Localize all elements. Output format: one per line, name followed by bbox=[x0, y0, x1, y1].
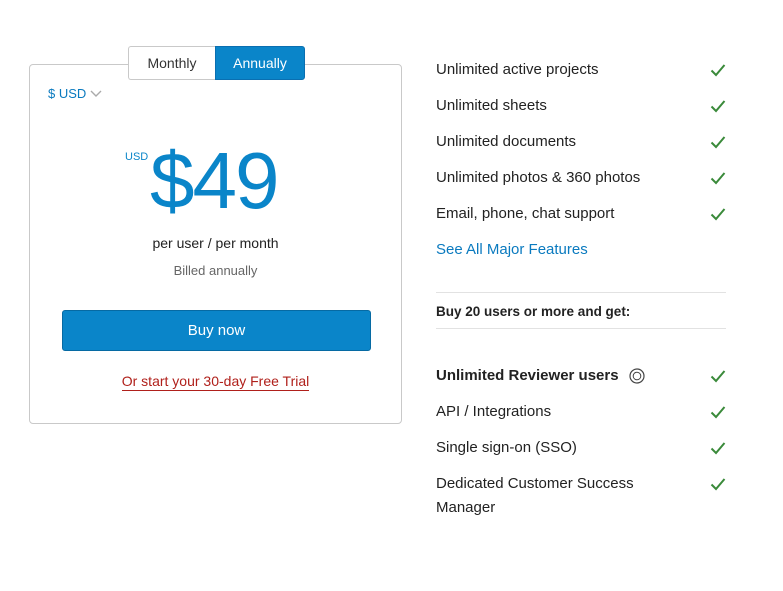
buy-now-button[interactable]: Buy now bbox=[62, 310, 371, 351]
feature-item: Unlimited active projects bbox=[436, 61, 599, 78]
reviewer-feature: Unlimited Reviewer users bbox=[436, 364, 726, 388]
check-icon bbox=[710, 136, 726, 149]
feature-item: Unlimited documents bbox=[436, 133, 577, 150]
monthly-toggle-button[interactable]: Monthly bbox=[128, 46, 215, 80]
check-icon bbox=[710, 478, 726, 491]
free-trial-link-wrapper: Or start your 30-day Free Trial bbox=[29, 373, 402, 391]
check-icon bbox=[710, 64, 726, 77]
billing-note: Billed annually bbox=[173, 263, 258, 278]
feature-item: Dedicated Customer Success Manager bbox=[436, 475, 634, 516]
price-amount: $49 bbox=[150, 136, 279, 225]
reviewer-feature-label: Unlimited Reviewer users bbox=[436, 367, 619, 384]
check-icon bbox=[710, 100, 726, 113]
free-trial-link[interactable]: Or start your 30-day Free Trial bbox=[121, 373, 310, 391]
feature-item: Unlimited sheets bbox=[436, 97, 547, 114]
divider bbox=[436, 292, 726, 293]
info-icon[interactable] bbox=[629, 368, 645, 384]
chevron-down-icon bbox=[90, 90, 102, 97]
currency-selector[interactable]: $ USD bbox=[48, 86, 102, 101]
check-icon bbox=[710, 406, 726, 419]
feature-item: API / Integrations bbox=[436, 403, 552, 420]
check-icon bbox=[710, 370, 726, 383]
check-icon bbox=[710, 208, 726, 221]
check-icon bbox=[710, 172, 726, 185]
divider bbox=[436, 328, 726, 329]
feature-item: Unlimited photos & 360 photos bbox=[436, 169, 641, 186]
annually-toggle-button[interactable]: Annually bbox=[215, 46, 305, 80]
see-all-features-link[interactable]: See All Major Features bbox=[436, 238, 726, 262]
currency-label: $ USD bbox=[48, 86, 87, 101]
check-icon bbox=[710, 442, 726, 455]
billing-toggle: Monthly Annually bbox=[128, 46, 305, 80]
feature-item: Single sign-on (SSO) bbox=[436, 439, 577, 456]
feature-item: Email, phone, chat support bbox=[436, 205, 615, 222]
volume-offer-heading: Buy 20 users or more and get: bbox=[436, 304, 631, 319]
price-currency-label: USD bbox=[125, 151, 149, 163]
price-period: per user / per month bbox=[152, 235, 279, 251]
